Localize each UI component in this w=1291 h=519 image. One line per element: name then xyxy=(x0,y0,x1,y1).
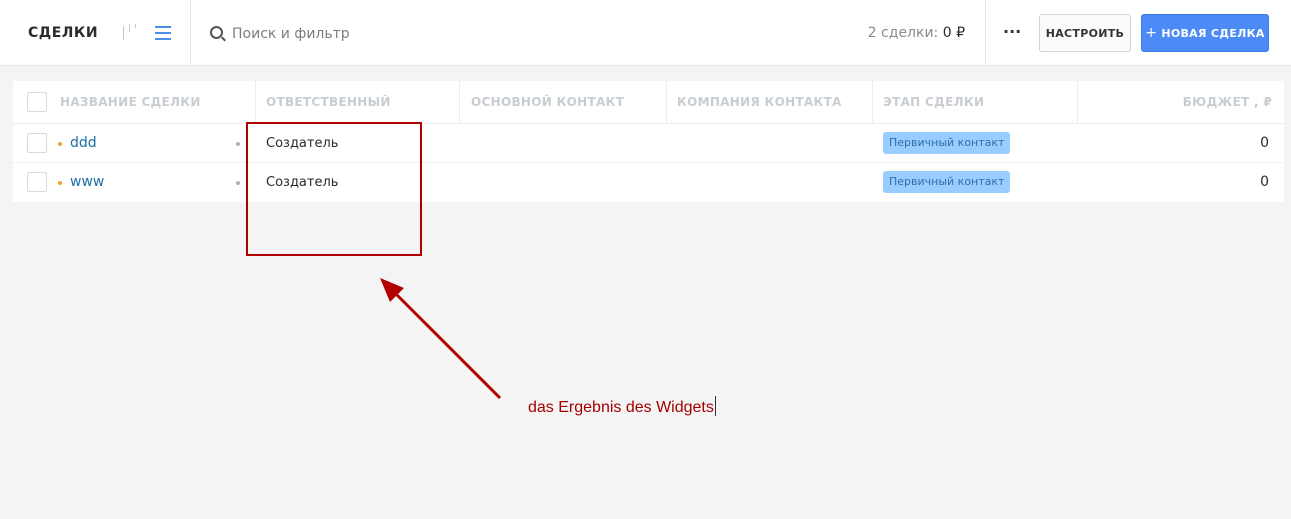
budget-value: 0 xyxy=(1260,135,1269,151)
search-box xyxy=(210,23,610,45)
divider xyxy=(985,0,986,65)
annotation-label: das Ergebnis des Widgets xyxy=(528,399,714,416)
more-options-icon[interactable]: ··· xyxy=(1003,23,1021,43)
search-icon xyxy=(210,26,223,39)
budget-value: 0 xyxy=(1260,174,1269,190)
pipeline-view-icon[interactable] xyxy=(121,22,139,44)
deal-name-link[interactable]: ddd xyxy=(70,135,97,151)
column-header-responsible[interactable]: ОТВЕТСТВЕННЫЙ xyxy=(266,81,391,124)
column-divider xyxy=(666,81,667,124)
deal-status-dot xyxy=(58,142,62,146)
deal-status-dot xyxy=(58,181,62,185)
row-separator-dot xyxy=(236,181,240,185)
column-divider xyxy=(872,81,873,124)
search-input[interactable] xyxy=(232,23,602,45)
text-cursor xyxy=(714,396,716,416)
column-header-stage[interactable]: ЭТАП СДЕЛКИ xyxy=(883,81,984,124)
table-row[interactable]: ddd Создатель Первичный контакт 0 xyxy=(13,124,1284,163)
column-header-company[interactable]: КОМПАНИЯ КОНТАКТА xyxy=(677,81,842,124)
deals-table: НАЗВАНИЕ СДЕЛКИ ОТВЕТСТВЕННЫЙ ОСНОВНОЙ К… xyxy=(13,81,1284,202)
summary-prefix: 2 сделки: xyxy=(867,25,943,41)
row-separator-dot xyxy=(236,142,240,146)
column-header-contact[interactable]: ОСНОВНОЙ КОНТАКТ xyxy=(471,81,624,124)
configure-button[interactable]: НАСТРОИТЬ xyxy=(1039,14,1131,52)
table-row[interactable]: www Создатель Первичный контакт 0 xyxy=(13,163,1284,202)
top-bar: СДЕЛКИ 2 сделки: 0 ₽ ··· НАСТРОИТЬ + НОВ… xyxy=(0,0,1291,66)
stage-badge[interactable]: Первичный контакт xyxy=(883,171,1011,193)
annotation-highlight-box xyxy=(246,122,422,256)
list-view-icon[interactable] xyxy=(155,26,171,40)
column-divider xyxy=(459,81,460,124)
annotation-arrow-icon xyxy=(380,278,502,400)
row-checkbox[interactable] xyxy=(27,133,47,153)
row-checkbox[interactable] xyxy=(27,172,47,192)
annotation-text: das Ergebnis des Widgets xyxy=(528,396,716,417)
plus-icon: + xyxy=(1145,25,1158,41)
column-header-name[interactable]: НАЗВАНИЕ СДЕЛКИ xyxy=(60,81,201,124)
table-header: НАЗВАНИЕ СДЕЛКИ ОТВЕТСТВЕННЫЙ ОСНОВНОЙ К… xyxy=(13,81,1284,124)
new-deal-button[interactable]: + НОВАЯ СДЕЛКА xyxy=(1141,14,1269,52)
column-divider xyxy=(255,81,256,124)
page-title: СДЕЛКИ xyxy=(28,25,99,41)
divider xyxy=(190,0,191,65)
summary-value: 0 ₽ xyxy=(942,25,965,41)
new-deal-label: НОВАЯ СДЕЛКА xyxy=(1161,26,1265,40)
select-all-checkbox[interactable] xyxy=(27,92,47,112)
deal-name-link[interactable]: www xyxy=(70,174,104,190)
deals-summary: 2 сделки: 0 ₽ xyxy=(868,25,965,41)
column-header-budget[interactable]: БЮДЖЕТ , ₽ xyxy=(1183,81,1272,124)
stage-badge[interactable]: Первичный контакт xyxy=(883,132,1011,154)
column-divider xyxy=(1077,81,1078,124)
